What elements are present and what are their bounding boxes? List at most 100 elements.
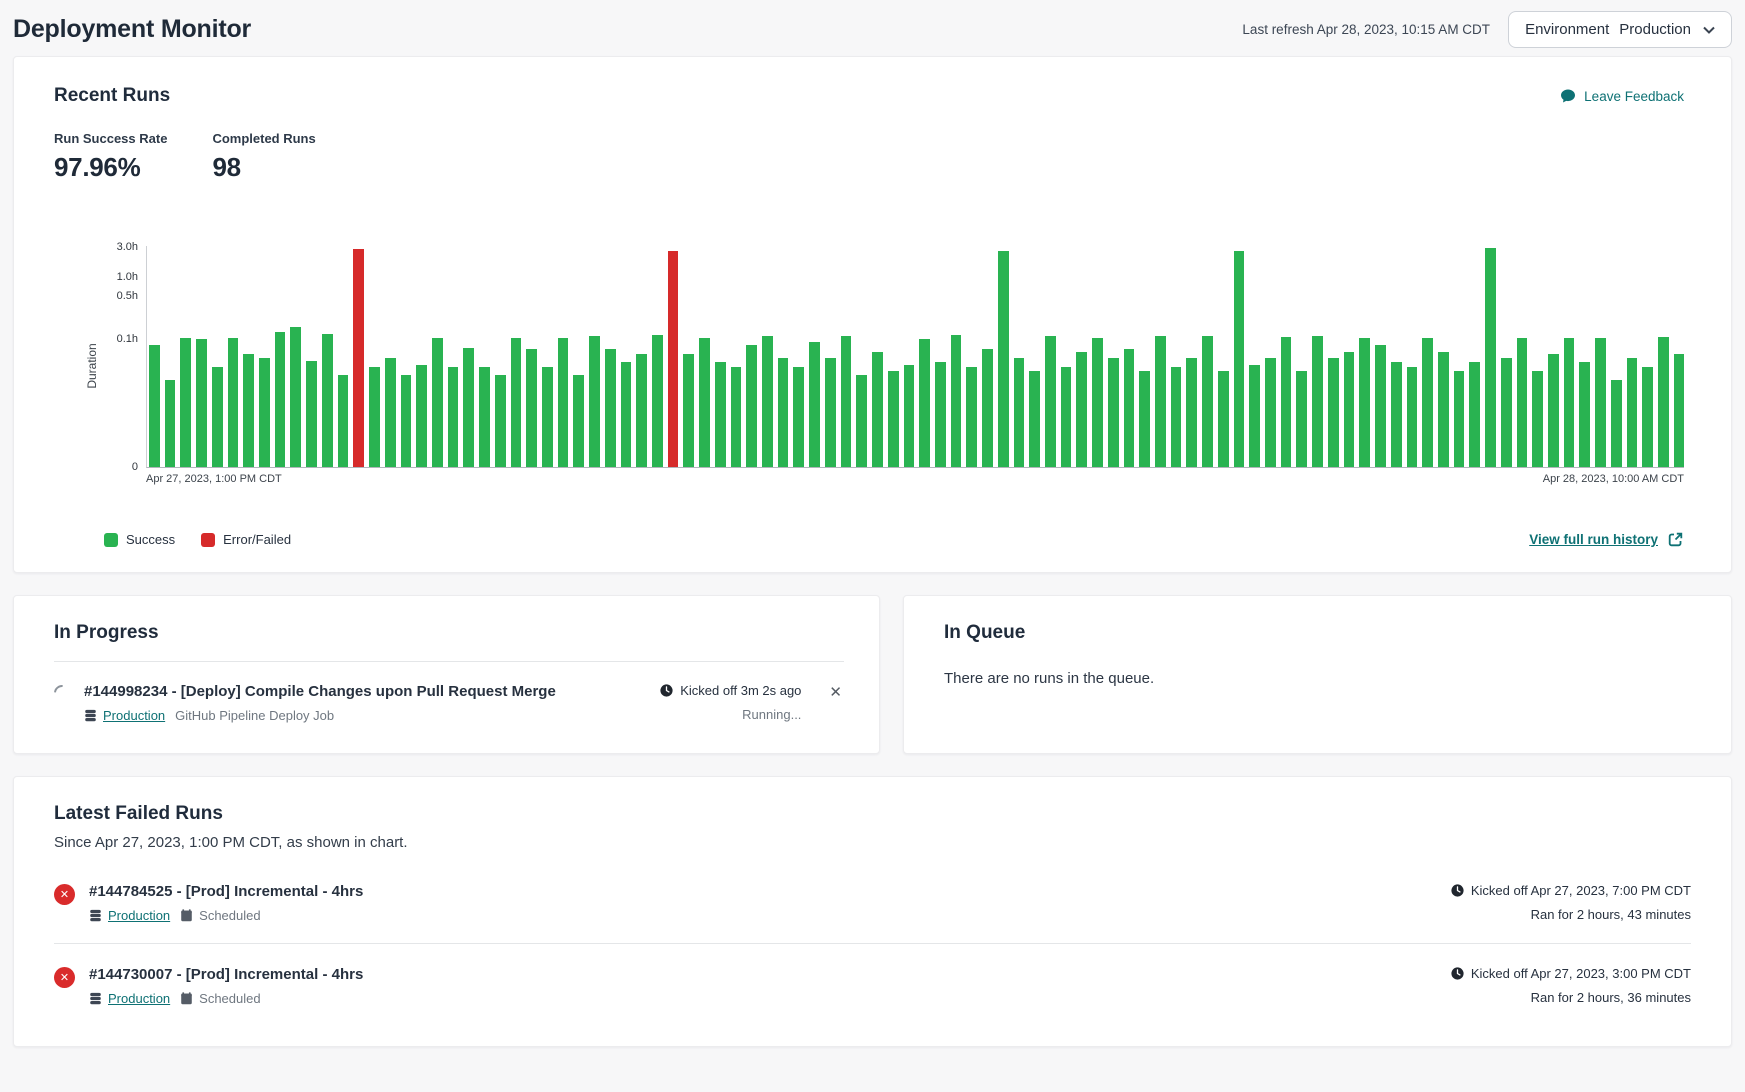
chart-bar-success[interactable]: [1595, 338, 1606, 467]
chart-bar-success[interactable]: [338, 375, 349, 467]
chart-bar-success[interactable]: [825, 358, 836, 467]
chart-bar-success[interactable]: [322, 334, 333, 467]
chart-bar-success[interactable]: [1328, 358, 1339, 467]
chart-bar-success[interactable]: [1076, 352, 1087, 467]
chart-bar-success[interactable]: [1155, 336, 1166, 467]
chart-bar-success[interactable]: [1391, 362, 1402, 467]
chart-bar-success[interactable]: [1517, 338, 1528, 467]
chart-bar-success[interactable]: [306, 361, 317, 467]
chart-bar-success[interactable]: [432, 338, 443, 467]
chart-bar-success[interactable]: [385, 358, 396, 467]
chart-bar-success[interactable]: [652, 335, 663, 467]
chart-bar-success[interactable]: [416, 365, 427, 467]
chart-bar-success[interactable]: [1234, 251, 1245, 467]
chart-bar-success[interactable]: [809, 342, 820, 467]
chart-bar-success[interactable]: [542, 367, 553, 467]
chart-bar-success[interactable]: [212, 367, 223, 467]
chart-bar-success[interactable]: [243, 354, 254, 467]
chart-bar-success[interactable]: [699, 338, 710, 467]
chart-bar-success[interactable]: [1359, 338, 1370, 467]
environment-link[interactable]: Production: [89, 991, 170, 1006]
environment-link[interactable]: Production: [89, 908, 170, 923]
chart-bar-success[interactable]: [1611, 380, 1622, 467]
chart-bar-success[interactable]: [856, 375, 867, 467]
chart-bar-success[interactable]: [511, 338, 522, 467]
chart-bar-success[interactable]: [872, 352, 883, 467]
chart-bar-success[interactable]: [1124, 349, 1135, 467]
chart-bar-success[interactable]: [589, 336, 600, 467]
view-full-run-history-link[interactable]: View full run history: [1529, 531, 1684, 548]
chart-bar-success[interactable]: [1658, 337, 1669, 467]
chart-bar-success[interactable]: [495, 375, 506, 467]
chart-bar-success[interactable]: [1532, 371, 1543, 467]
environment-dropdown[interactable]: Environment Production: [1508, 11, 1732, 48]
chart-bar-success[interactable]: [369, 367, 380, 467]
chart-bar-success[interactable]: [259, 358, 270, 467]
chart-bar-success[interactable]: [1469, 362, 1480, 467]
chart-bar-success[interactable]: [683, 354, 694, 467]
chart-bar-success[interactable]: [841, 336, 852, 467]
chart-bar-success[interactable]: [904, 365, 915, 467]
chart-bar-success[interactable]: [951, 335, 962, 467]
chart-bar-success[interactable]: [1108, 358, 1119, 467]
chart-bar-success[interactable]: [888, 371, 899, 467]
chart-bar-success[interactable]: [1218, 371, 1229, 467]
chart-bar-success[interactable]: [1045, 336, 1056, 467]
chart-bar-success[interactable]: [1375, 345, 1386, 467]
chart-bar-success[interactable]: [1249, 365, 1260, 467]
chart-bar-success[interactable]: [1422, 338, 1433, 467]
chart-bar-success[interactable]: [1092, 338, 1103, 467]
chart-bar-success[interactable]: [1627, 358, 1638, 467]
chart-bar-success[interactable]: [1139, 371, 1150, 467]
chart-bar-success[interactable]: [1171, 367, 1182, 467]
chart-bar-success[interactable]: [228, 338, 239, 467]
chart-bar-success[interactable]: [463, 348, 474, 467]
chart-bar-success[interactable]: [448, 367, 459, 467]
chart-bar-success[interactable]: [1642, 367, 1653, 467]
chart-bar-success[interactable]: [479, 367, 490, 467]
chart-bar-success[interactable]: [746, 345, 757, 467]
chart-bar-success[interactable]: [1061, 367, 1072, 467]
chart-bar-success[interactable]: [1579, 362, 1590, 467]
chart-bar-success[interactable]: [1407, 367, 1418, 467]
leave-feedback-link[interactable]: Leave Feedback: [1560, 88, 1684, 104]
chart-bar-success[interactable]: [1312, 336, 1323, 467]
chart-bar-success[interactable]: [1202, 336, 1213, 467]
chart-bar-success[interactable]: [573, 375, 584, 467]
chart-bar-success[interactable]: [1564, 338, 1575, 467]
chart-bar-success[interactable]: [919, 339, 930, 467]
chart-bar-success[interactable]: [180, 338, 191, 467]
chart-bar-success[interactable]: [1674, 354, 1685, 467]
chart-bar-success[interactable]: [998, 251, 1009, 467]
chart-bar-success[interactable]: [290, 327, 301, 467]
chart-bar-success[interactable]: [196, 339, 207, 467]
chart-bar-success[interactable]: [1454, 371, 1465, 467]
chart-bar-success[interactable]: [401, 375, 412, 467]
chart-bar-success[interactable]: [636, 354, 647, 467]
chart-bar-success[interactable]: [966, 367, 977, 467]
chart-bar-error[interactable]: [353, 249, 364, 467]
chart-bar-success[interactable]: [715, 362, 726, 467]
chart-bar-success[interactable]: [149, 345, 160, 467]
chart-bar-success[interactable]: [621, 362, 632, 467]
chart-bar-success[interactable]: [778, 358, 789, 467]
chart-bar-success[interactable]: [1501, 358, 1512, 467]
chart-bar-success[interactable]: [982, 349, 993, 467]
chart-bar-success[interactable]: [1438, 352, 1449, 467]
chart-bar-success[interactable]: [1265, 358, 1276, 467]
chart-bar-success[interactable]: [1281, 337, 1292, 467]
chart-bar-success[interactable]: [1186, 358, 1197, 467]
chart-bar-success[interactable]: [1548, 354, 1559, 467]
chart-bar-success[interactable]: [1344, 352, 1355, 467]
chart-bar-success[interactable]: [731, 367, 742, 467]
chart-bar-success[interactable]: [275, 332, 286, 467]
chart-bar-success[interactable]: [165, 380, 176, 467]
chart-bar-success[interactable]: [605, 349, 616, 467]
chart-bar-success[interactable]: [1296, 371, 1307, 467]
chart-bar-success[interactable]: [1014, 358, 1025, 467]
environment-link[interactable]: Production: [84, 708, 165, 723]
chart-bar-success[interactable]: [526, 349, 537, 467]
close-icon[interactable]: ✕: [827, 683, 844, 702]
chart-bar-success[interactable]: [935, 362, 946, 467]
chart-bar-success[interactable]: [558, 338, 569, 467]
